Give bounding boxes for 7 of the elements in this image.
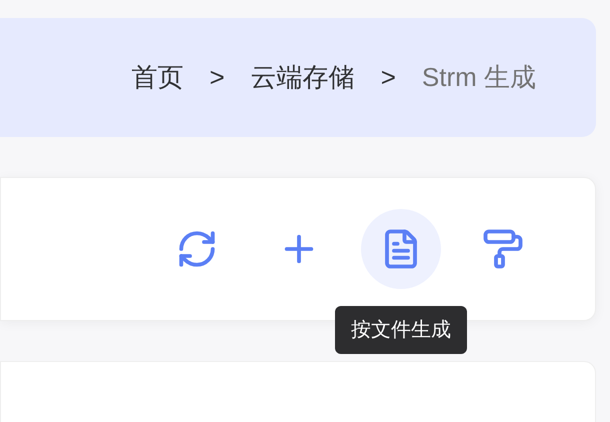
breadcrumb-item[interactable]: 云端存储	[250, 58, 355, 97]
tooltip: 按文件生成	[335, 306, 467, 354]
breadcrumb-item: Strm 生成	[422, 61, 536, 94]
breadcrumb-separator: >	[208, 61, 226, 94]
paint-roller-icon	[482, 228, 524, 270]
breadcrumb-item[interactable]: 首页	[132, 58, 184, 97]
breadcrumb-separator: >	[380, 61, 397, 94]
